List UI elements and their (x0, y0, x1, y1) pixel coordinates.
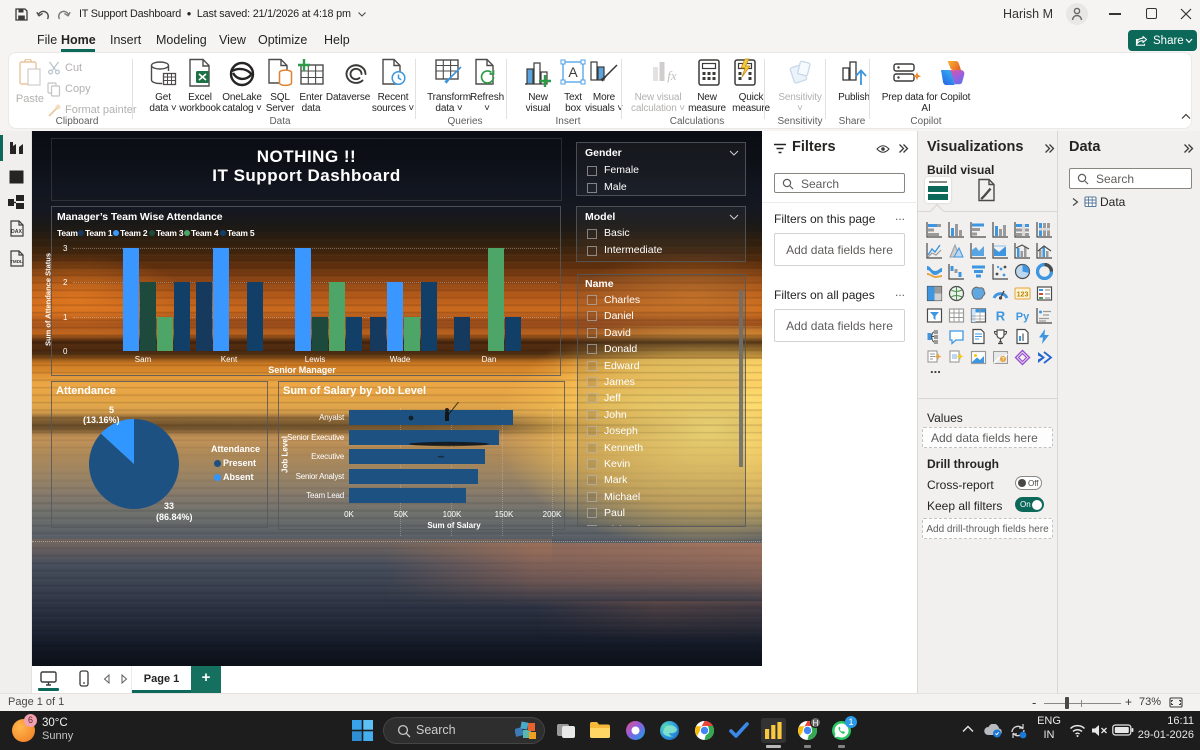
svg-text:TMDL: TMDL (10, 259, 23, 264)
svg-text:DAX: DAX (11, 229, 22, 235)
svg-text:?: ? (1001, 357, 1004, 363)
svg-text:123: 123 (1017, 292, 1029, 299)
svg-text:R: R (996, 309, 1006, 324)
svg-text:A: A (568, 64, 578, 80)
svg-text:fx: fx (667, 68, 677, 83)
svg-text:Py: Py (1016, 311, 1030, 323)
